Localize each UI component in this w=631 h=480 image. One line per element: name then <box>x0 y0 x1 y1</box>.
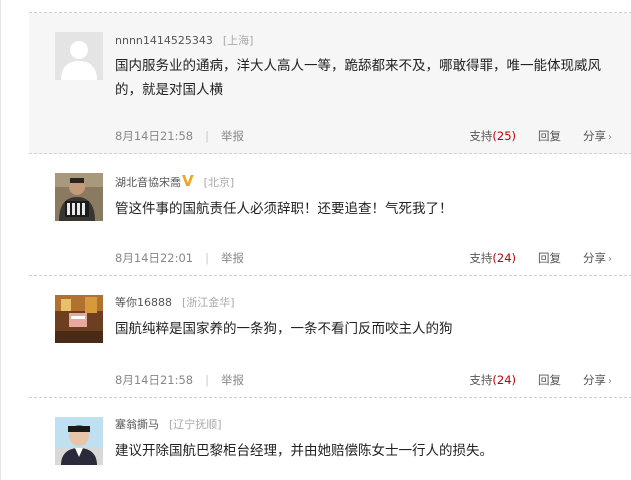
report-link[interactable]: 举报 <box>221 129 244 143</box>
support-count: (25) <box>492 129 516 143</box>
portrait-photo-icon <box>55 417 103 465</box>
chevron-right-icon: › <box>608 132 612 143</box>
comment-footer: 8月14日22:01 | 举报 支持(24) 回复 分享 › <box>115 250 616 266</box>
username[interactable]: 湖北音協宋喬 <box>115 176 181 189</box>
user-location: [北京] <box>203 176 235 189</box>
avatar[interactable] <box>55 417 103 465</box>
reply-button[interactable]: 回复 <box>538 251 561 265</box>
comment-time: 8月14日21:58 <box>115 129 194 143</box>
support-label: 支持 <box>469 251 493 265</box>
comment-text: 建议开除国航巴黎柜台经理，并由她赔偿陈女士一行人的损失。 <box>115 443 493 459</box>
reply-button[interactable]: 回复 <box>538 373 561 387</box>
support-count: (24) <box>492 251 516 265</box>
share-button[interactable]: 分享 › <box>561 373 612 387</box>
separator: | <box>205 129 209 143</box>
comment-meta: 湖北音協宋喬V [北京] <box>115 173 234 191</box>
verified-badge-icon: V <box>182 172 194 190</box>
comment-item: 等你16888 [浙江金华] 国航纯粹是国家养的一条狗，一条不看门反而咬主人的狗 … <box>29 276 631 398</box>
comment-meta: 塞翁撕马 [辽宁抚顺] <box>115 417 222 433</box>
comment-footer: 8月14日21:58 | 举报 支持(25) 回复 分享 › <box>115 128 616 144</box>
comment-item: 塞翁撕马 [辽宁抚顺] 建议开除国航巴黎柜台经理，并由她赔偿陈女士一行人的损失。 <box>29 398 631 480</box>
comment-actions: 支持(24) 回复 分享 › <box>469 372 612 390</box>
support-button[interactable]: 支持(24) <box>469 251 516 265</box>
report-link[interactable]: 举报 <box>221 373 244 387</box>
avatar[interactable] <box>55 295 103 343</box>
support-button[interactable]: 支持(25) <box>469 129 516 143</box>
comment-item: 湖北音協宋喬V [北京] 管这件事的国航责任人必须辞职！还要追查！气死我了！ 8月… <box>29 154 631 276</box>
comment-text: 管这件事的国航责任人必须辞职！还要追查！气死我了！ <box>115 201 453 217</box>
report-link[interactable]: 举报 <box>221 251 244 265</box>
separator: | <box>205 251 209 265</box>
comment-meta: 等你16888 [浙江金华] <box>115 295 235 311</box>
support-label: 支持 <box>469 129 493 143</box>
comment-meta: nnnn1414525343 [上海] <box>115 33 253 49</box>
share-button[interactable]: 分享 › <box>561 251 612 265</box>
support-count: (24) <box>492 373 516 387</box>
share-label: 分享 <box>583 129 606 143</box>
username[interactable]: 等你16888 <box>115 296 172 309</box>
comment-feed: nnnn1414525343 [上海] 国内服务业的通病，洋大人高人一等，跪舔都来… <box>0 0 631 480</box>
comment-text: 国内服务业的通病，洋大人高人一等，跪舔都来不及，哪敢得罪，唯一能体现威风的，就是… <box>115 58 601 98</box>
separator: | <box>205 373 209 387</box>
comment-actions: 支持(25) 回复 分享 › <box>469 128 612 146</box>
username[interactable]: nnnn1414525343 <box>115 34 213 47</box>
support-label: 支持 <box>469 373 493 387</box>
interior-photo-icon <box>55 295 103 343</box>
comment-footer: 8月14日21:58 | 举报 支持(24) 回复 分享 › <box>115 372 616 388</box>
comment-time: 8月14日21:58 <box>115 373 194 387</box>
share-button[interactable]: 分享 › <box>561 129 612 143</box>
accordion-player-photo-icon <box>55 173 103 221</box>
share-label: 分享 <box>583 251 606 265</box>
comment-actions: 支持(24) 回复 分享 › <box>469 250 612 268</box>
chevron-right-icon: › <box>608 254 612 265</box>
chevron-right-icon: › <box>608 376 612 387</box>
comment-item: nnnn1414525343 [上海] 国内服务业的通病，洋大人高人一等，跪舔都来… <box>29 13 631 154</box>
user-location: [辽宁抚顺] <box>169 418 222 431</box>
share-label: 分享 <box>583 373 606 387</box>
divider <box>29 0 631 13</box>
reply-button[interactable]: 回复 <box>538 129 561 143</box>
user-location: [上海] <box>222 34 254 47</box>
comment-text: 国航纯粹是国家养的一条狗，一条不看门反而咬主人的狗 <box>115 321 453 337</box>
default-avatar-icon <box>55 32 103 80</box>
avatar[interactable] <box>55 32 103 80</box>
comment-time: 8月14日22:01 <box>115 251 194 265</box>
support-button[interactable]: 支持(24) <box>469 373 516 387</box>
user-location: [浙江金华] <box>182 296 235 309</box>
avatar[interactable] <box>55 173 103 221</box>
username[interactable]: 塞翁撕马 <box>115 418 159 431</box>
